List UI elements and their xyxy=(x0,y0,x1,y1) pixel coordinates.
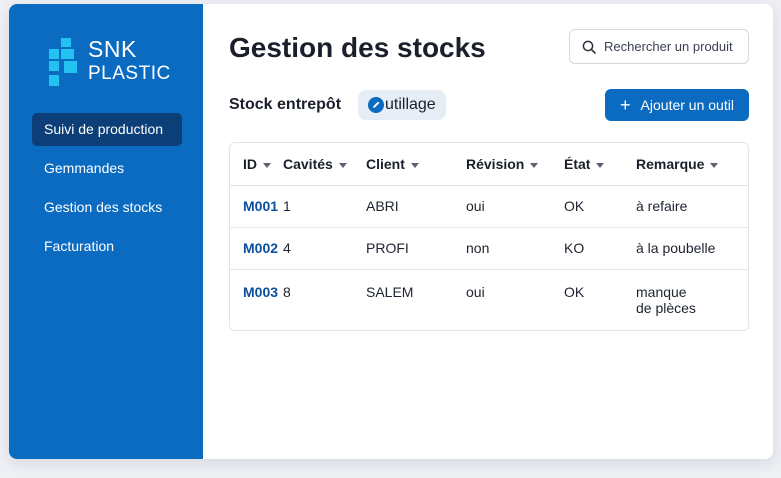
brand-name: SNK PLASTIC xyxy=(88,36,171,84)
search-icon xyxy=(582,40,596,54)
cell-etat: OK xyxy=(564,185,636,228)
table-row[interactable]: M001 1 ABRI oui OK à refaire xyxy=(230,185,748,228)
brand-logo: SNK PLASTIC xyxy=(47,38,197,90)
edit-icon xyxy=(368,97,384,113)
sort-caret-icon xyxy=(338,162,347,168)
add-tool-label: Ajouter un outil xyxy=(640,97,734,113)
cell-remarque: manque de plèces xyxy=(636,269,748,330)
sort-caret-icon xyxy=(410,162,419,168)
cell-etat: KO xyxy=(564,227,636,270)
table-header-row: ID Cavités Client Révision État Remarque xyxy=(230,143,748,186)
cell-etat: OK xyxy=(564,283,585,300)
cell-id[interactable]: M003 xyxy=(230,269,283,330)
column-header-remarque[interactable]: Remarque xyxy=(636,143,748,186)
app-window: SNK PLASTIC Suivi de production Gemmande… xyxy=(9,4,773,459)
cell-revision: oui xyxy=(466,185,564,228)
page-title: Gestion des stocks xyxy=(229,32,486,63)
cell-client: SALEM xyxy=(366,283,414,300)
category-chip[interactable]: utillage xyxy=(358,90,446,120)
cell-cavites: 4 xyxy=(283,227,366,270)
sidebar-item-facturation[interactable]: Facturation xyxy=(32,230,182,263)
cell-id[interactable]: M002 xyxy=(230,227,283,270)
logo-mark-icon xyxy=(47,38,83,90)
stock-table: ID Cavités Client Révision État Remarque… xyxy=(229,142,749,331)
sidebar-item-suivi-de-production[interactable]: Suivi de production xyxy=(32,113,182,146)
column-header-cavites[interactable]: Cavités xyxy=(283,143,366,186)
search-box[interactable] xyxy=(569,29,749,64)
main-content: Gestion des stocks Stock entrepôt utilla… xyxy=(203,4,773,459)
sort-caret-icon xyxy=(263,162,271,168)
sort-caret-icon xyxy=(530,162,539,168)
sidebar-item-gemmandes[interactable]: Gemmandes xyxy=(32,152,182,185)
table-row[interactable]: M002 4 PROFI non KO à la poubelle xyxy=(230,227,748,270)
cell-client: PROFI xyxy=(366,227,466,270)
cell-remarque: à la poubelle xyxy=(636,227,748,270)
column-header-revision[interactable]: Révision xyxy=(466,143,564,186)
column-header-etat[interactable]: État xyxy=(564,143,636,186)
table-row[interactable]: M003 8 SALEM oui OK manque de plèces xyxy=(230,269,748,330)
cell-revision: oui xyxy=(466,283,485,300)
cell-cavites: 1 xyxy=(283,185,366,228)
add-tool-button[interactable]: + Ajouter un outil xyxy=(605,89,749,121)
plus-icon: + xyxy=(620,95,631,115)
chip-label: utillage xyxy=(385,96,436,113)
remark-line2: de plèces xyxy=(636,299,696,316)
sidebar-nav: Suivi de production Gemmandes Gestion de… xyxy=(32,113,182,269)
cell-id[interactable]: M001 xyxy=(230,185,283,228)
brand-line1: SNK xyxy=(88,36,137,62)
cell-client: ABRI xyxy=(366,185,466,228)
column-header-client[interactable]: Client xyxy=(366,143,466,186)
search-input[interactable] xyxy=(604,39,744,54)
cell-revision: non xyxy=(466,227,564,270)
sidebar-item-gestion-des-stocks[interactable]: Gestion des stocks xyxy=(32,191,182,224)
sidebar: SNK PLASTIC Suivi de production Gemmande… xyxy=(9,4,203,459)
remark-line1: manque xyxy=(636,283,687,300)
cell-remarque: à refaire xyxy=(636,185,748,228)
sort-caret-icon xyxy=(710,162,719,168)
column-header-id[interactable]: ID xyxy=(230,143,283,186)
cell-cavites: 8 xyxy=(283,283,291,300)
sort-caret-icon xyxy=(596,162,605,168)
brand-line2: PLASTIC xyxy=(88,63,171,84)
stock-location-label: Stock entrepôt xyxy=(229,96,342,113)
